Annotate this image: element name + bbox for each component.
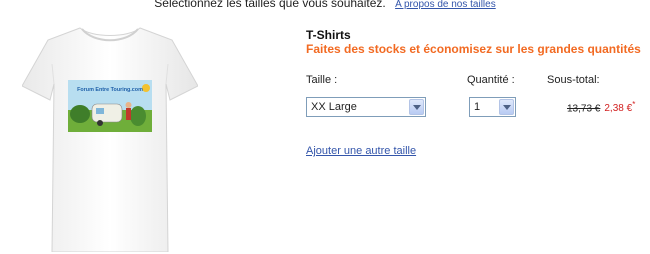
quantity-column-label: Quantité : bbox=[467, 74, 515, 86]
bulk-discount-promo: Faites des stocks et économisez sur les … bbox=[306, 42, 641, 56]
subtotal-price: 13,73 €2,38 €* bbox=[567, 100, 635, 114]
subtotal-column-label: Sous-total: bbox=[547, 74, 600, 86]
print-graphic: Forum Entre Touring.com bbox=[68, 80, 152, 132]
chevron-down-icon[interactable] bbox=[409, 99, 424, 115]
size-guide-link[interactable]: A propos de nos tailles bbox=[395, 0, 496, 10]
price-footnote-mark: * bbox=[632, 100, 636, 109]
chevron-down-icon[interactable] bbox=[499, 99, 514, 115]
size-instruction: Sélectionnez les tailles que vous souhai… bbox=[0, 0, 650, 10]
size-column-label: Taille : bbox=[306, 74, 338, 86]
instruction-text: Sélectionnez les tailles que vous souhai… bbox=[154, 0, 386, 10]
product-title: T-Shirts bbox=[306, 28, 351, 42]
tshirt-image: Forum Entre Touring.com bbox=[22, 27, 198, 252]
print-logo-text: Forum Entre Touring.com bbox=[77, 87, 143, 93]
add-another-size-link[interactable]: Ajouter une autre taille bbox=[306, 145, 416, 157]
quantity-select-value: 1 bbox=[474, 101, 481, 113]
quantity-select[interactable]: 1 bbox=[469, 97, 516, 117]
old-price: 13,73 € bbox=[567, 103, 601, 115]
new-price: 2,38 € bbox=[604, 103, 633, 115]
size-select-value: XX Large bbox=[311, 101, 357, 113]
size-select[interactable]: XX Large bbox=[306, 97, 426, 117]
